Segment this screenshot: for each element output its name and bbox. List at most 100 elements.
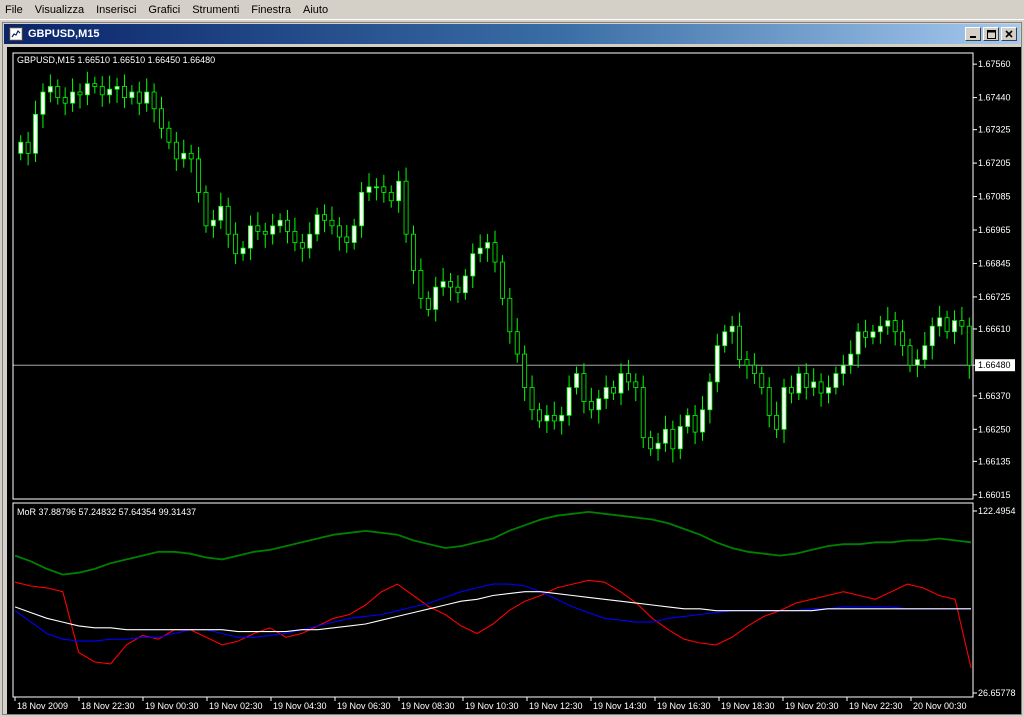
candle-body[interactable] (196, 158, 202, 193)
candle-body[interactable] (655, 442, 661, 450)
candle-body[interactable] (322, 214, 327, 221)
candle-body[interactable] (574, 373, 579, 388)
candle-body[interactable] (388, 191, 394, 202)
candle-body[interactable] (566, 387, 572, 416)
candle-body[interactable] (551, 414, 557, 422)
candle-body[interactable] (433, 286, 439, 310)
candle-body[interactable] (848, 353, 854, 366)
candle-body[interactable] (855, 331, 861, 355)
candle-body[interactable] (144, 91, 150, 104)
candle-body[interactable] (803, 373, 809, 388)
candle-body[interactable] (744, 359, 750, 366)
candle-body[interactable] (937, 317, 943, 327)
candle-body[interactable] (107, 88, 113, 96)
chart-svg[interactable]: 1.67560 1.67440 1.67325 1.67205 1.67085 1.669… (7, 47, 1021, 714)
candle-body[interactable] (826, 387, 831, 394)
candle-body[interactable] (136, 91, 142, 104)
menu-file[interactable]: File (0, 0, 29, 20)
candle-body[interactable] (455, 286, 461, 294)
candle-body[interactable] (418, 270, 424, 299)
candle-body[interactable] (55, 86, 61, 99)
candle-body[interactable] (248, 225, 253, 249)
candle-body[interactable] (537, 409, 542, 422)
candle-body[interactable] (596, 398, 602, 411)
candle-body[interactable] (351, 225, 357, 243)
candle-body[interactable] (751, 364, 757, 374)
candle-body[interactable] (188, 152, 194, 160)
candle-body[interactable] (914, 359, 920, 366)
candle-body[interactable] (648, 437, 654, 450)
candle-body[interactable] (240, 247, 246, 255)
candle-body[interactable] (663, 428, 668, 444)
candle-body[interactable] (225, 205, 231, 235)
candle-body[interactable] (729, 325, 735, 333)
candle-body[interactable] (611, 387, 617, 394)
candle-body[interactable] (670, 428, 676, 450)
candle-body[interactable] (336, 225, 342, 238)
candle-body[interactable] (603, 387, 609, 400)
candle-body[interactable] (448, 281, 453, 288)
candle-body[interactable] (344, 236, 350, 243)
candle-body[interactable] (285, 219, 290, 232)
candle-body[interactable] (788, 387, 794, 394)
candle-body[interactable] (737, 325, 742, 361)
candle-body[interactable] (766, 387, 772, 416)
candle-body[interactable] (840, 364, 846, 374)
candle-body[interactable] (70, 91, 76, 104)
menu-aiuto[interactable]: Aiuto (297, 0, 334, 20)
candle-body[interactable] (277, 219, 283, 227)
candle-body[interactable] (411, 233, 416, 271)
candle-body[interactable] (959, 320, 965, 327)
candle-body[interactable] (507, 297, 513, 333)
candle-body[interactable] (62, 97, 68, 104)
candle-body[interactable] (233, 233, 239, 255)
candle-body[interactable] (114, 86, 120, 90)
candle-body[interactable] (492, 242, 498, 263)
candle-body[interactable] (173, 141, 179, 160)
candle-body[interactable] (166, 127, 172, 143)
candle-body[interactable] (292, 230, 298, 243)
candle-body[interactable] (210, 219, 216, 227)
candle-body[interactable] (159, 108, 164, 129)
candle-body[interactable] (633, 381, 639, 388)
candle-body[interactable] (818, 381, 824, 394)
window-titlebar[interactable]: GBPUSD,M15 (4, 24, 1020, 44)
candle-body[interactable] (25, 141, 31, 154)
candle-body[interactable] (440, 281, 446, 288)
candle-body[interactable] (877, 325, 883, 333)
chart-canvas[interactable]: 1.67560 1.67440 1.67325 1.67205 1.67085 1.669… (7, 47, 1021, 714)
price-chart-area[interactable] (13, 71, 973, 463)
candle-body[interactable] (381, 186, 387, 193)
candle-body[interactable] (77, 91, 83, 96)
candle-body[interactable] (92, 83, 98, 87)
candle-body[interactable] (529, 387, 535, 411)
candle-body[interactable] (84, 83, 90, 96)
candle-body[interactable] (952, 320, 957, 333)
candle-body[interactable] (885, 320, 891, 327)
candle-body[interactable] (781, 387, 787, 430)
candle-body[interactable] (618, 373, 624, 394)
candle-body[interactable] (403, 180, 409, 235)
candle-body[interactable] (218, 205, 224, 221)
candle-body[interactable] (811, 381, 817, 388)
candle-body[interactable] (900, 331, 906, 347)
candle-body[interactable] (870, 331, 876, 338)
candle-body[interactable] (262, 230, 268, 235)
candle-body[interactable] (692, 414, 698, 433)
candle-body[interactable] (625, 373, 631, 383)
candle-body[interactable] (907, 345, 913, 366)
menu-finestra[interactable]: Finestra (245, 0, 297, 20)
candle-body[interactable] (270, 225, 276, 235)
candle-body[interactable] (499, 261, 505, 299)
candle-body[interactable] (314, 214, 320, 235)
candle-body[interactable] (929, 325, 935, 347)
candle-body[interactable] (359, 191, 365, 227)
maximize-button[interactable] (983, 27, 999, 41)
candle-body[interactable] (640, 387, 646, 439)
candle-body[interactable] (470, 253, 476, 277)
candle-body[interactable] (366, 186, 372, 193)
candle-body[interactable] (700, 409, 705, 433)
candle-body[interactable] (485, 242, 491, 249)
candle-body[interactable] (425, 297, 431, 310)
candle-body[interactable] (462, 275, 468, 294)
